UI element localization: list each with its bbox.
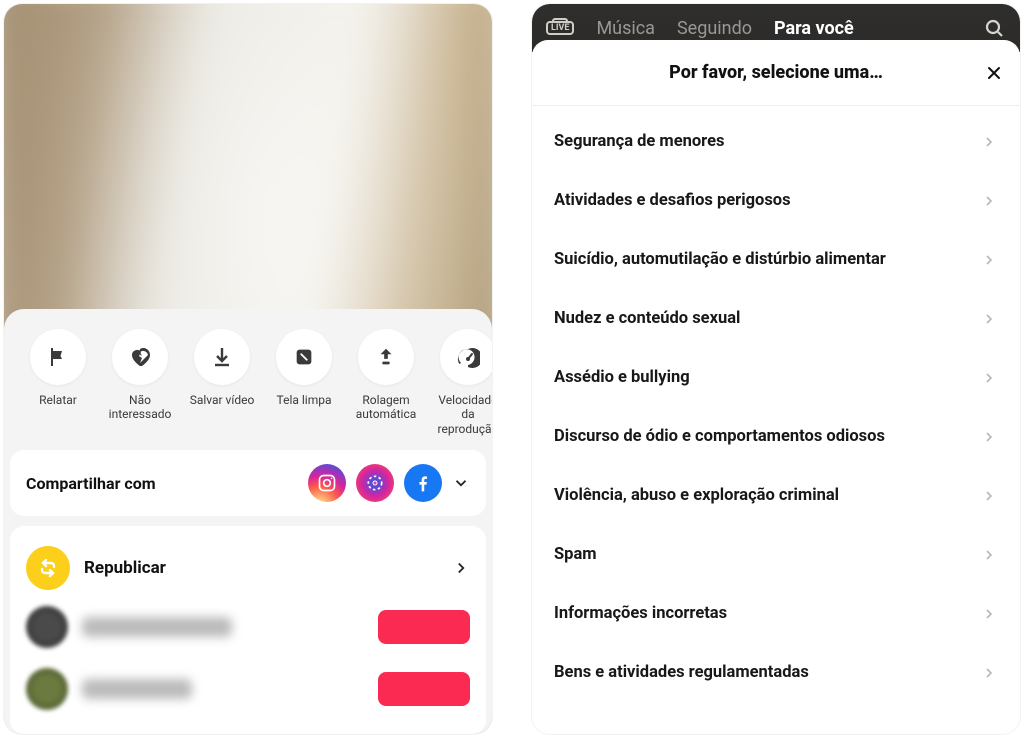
- chevron-right-icon: [980, 192, 998, 210]
- download-icon: [210, 345, 234, 369]
- contact-row[interactable]: [26, 658, 470, 720]
- report-reason-label: Discurso de ódio e comportamentos odioso…: [554, 427, 885, 446]
- report-reason-label: Segurança de menores: [554, 132, 724, 151]
- report-reason-item[interactable]: Violência, abuso e exploração criminal: [532, 466, 1020, 525]
- contact-name-redacted: [82, 679, 192, 699]
- send-button[interactable]: [378, 672, 470, 706]
- share-facebook[interactable]: [404, 464, 442, 502]
- repost-row[interactable]: Republicar: [26, 540, 470, 596]
- reason-list: Segurança de menores Atividades e desafio…: [532, 106, 1020, 734]
- chevron-right-icon: [980, 369, 998, 387]
- action-not-interested[interactable]: Não interessado: [104, 329, 176, 436]
- chevron-right-icon: [980, 133, 998, 151]
- speed-icon: [456, 345, 480, 369]
- contact-row[interactable]: [26, 596, 470, 658]
- report-reason-item[interactable]: Bens e atividades regulamentadas: [532, 643, 1020, 702]
- bottom-sheet: Relatar Não interessado Salvar vídeo Tel…: [4, 309, 492, 734]
- send-button[interactable]: [378, 610, 470, 644]
- share-targets: [308, 464, 442, 502]
- live-icon[interactable]: LIVE: [546, 21, 574, 35]
- report-reason-item[interactable]: Segurança de menores: [532, 112, 1020, 171]
- report-reason-item[interactable]: Atividades e desafios perigosos: [532, 171, 1020, 230]
- report-reason-item[interactable]: Discurso de ódio e comportamentos odioso…: [532, 407, 1020, 466]
- share-with-label: Compartilhar com: [26, 474, 298, 493]
- report-reason-item[interactable]: Suicídio, automutilação e distúrbio alim…: [532, 230, 1020, 289]
- chevron-down-icon[interactable]: [452, 474, 470, 492]
- report-reason-item[interactable]: Spam: [532, 525, 1020, 584]
- chevron-right-icon: [980, 487, 998, 505]
- action-label: Salvar vídeo: [190, 393, 255, 421]
- action-label: Rolagem automática: [356, 393, 417, 422]
- broken-heart-icon: [128, 345, 152, 369]
- chevron-right-icon: [452, 559, 470, 577]
- chevron-right-icon: [980, 546, 998, 564]
- report-modal: Por favor, selecione uma… Segurança de m…: [532, 40, 1020, 734]
- nav-tab-following[interactable]: Seguindo: [677, 18, 752, 39]
- report-reason-label: Atividades e desafios perigosos: [554, 191, 791, 210]
- share-instagram[interactable]: [308, 464, 346, 502]
- chevron-right-icon: [980, 428, 998, 446]
- flag-icon: [46, 345, 70, 369]
- upload-pin-icon: [375, 346, 397, 368]
- report-reason-label: Informações incorretas: [554, 604, 727, 623]
- nav-tab-music[interactable]: Música: [596, 18, 655, 39]
- chevron-right-icon: [980, 251, 998, 269]
- contact-name-redacted: [82, 617, 232, 637]
- modal-title: Por favor, selecione uma…: [669, 62, 883, 83]
- report-reason-label: Violência, abuso e exploração criminal: [554, 486, 839, 505]
- close-icon[interactable]: [984, 63, 1004, 83]
- chevron-right-icon: [980, 310, 998, 328]
- chevron-right-icon: [980, 605, 998, 623]
- avatar: [26, 668, 68, 710]
- action-label: Relatar: [39, 393, 77, 421]
- report-reason-screen: LIVE Música Seguindo Para você Por favor…: [532, 4, 1020, 734]
- search-icon[interactable]: [982, 16, 1006, 40]
- repost-label: Republicar: [84, 558, 438, 578]
- repost-card: Republicar: [10, 526, 486, 734]
- nav-tab-for-you[interactable]: Para você: [774, 18, 854, 39]
- action-label: Tela limpa: [277, 393, 332, 421]
- action-save-video[interactable]: Salvar vídeo: [186, 329, 258, 436]
- report-reason-label: Suicídio, automutilação e distúrbio alim…: [554, 250, 886, 269]
- share-sheet-screen: Relatar Não interessado Salvar vídeo Tel…: [4, 4, 492, 734]
- modal-header: Por favor, selecione uma…: [532, 40, 1020, 106]
- clear-screen-icon: [293, 346, 315, 368]
- action-report[interactable]: Relatar: [22, 329, 94, 436]
- action-playback-speed[interactable]: Velocidade da reprodução: [432, 329, 492, 436]
- action-label: Não interessado: [109, 393, 172, 422]
- report-reason-item[interactable]: Informações incorretas: [532, 584, 1020, 643]
- action-auto-scroll[interactable]: Rolagem automática: [350, 329, 422, 436]
- action-row: Relatar Não interessado Salvar vídeo Tel…: [4, 325, 492, 450]
- report-reason-item[interactable]: Assédio e bullying: [532, 348, 1020, 407]
- action-clear-display[interactable]: Tela limpa: [268, 329, 340, 436]
- chevron-right-icon: [980, 664, 998, 682]
- report-reason-label: Spam: [554, 545, 597, 564]
- share-with-card: Compartilhar com: [10, 450, 486, 516]
- report-reason-item[interactable]: Nudez e conteúdo sexual: [532, 289, 1020, 348]
- report-reason-label: Bens e atividades regulamentadas: [554, 663, 809, 682]
- repost-icon: [26, 546, 70, 590]
- action-label: Velocidade da reprodução: [432, 393, 492, 436]
- report-reason-label: Nudez e conteúdo sexual: [554, 309, 740, 328]
- report-reason-label: Assédio e bullying: [554, 368, 690, 387]
- share-instagram-story[interactable]: [356, 464, 394, 502]
- avatar: [26, 606, 68, 648]
